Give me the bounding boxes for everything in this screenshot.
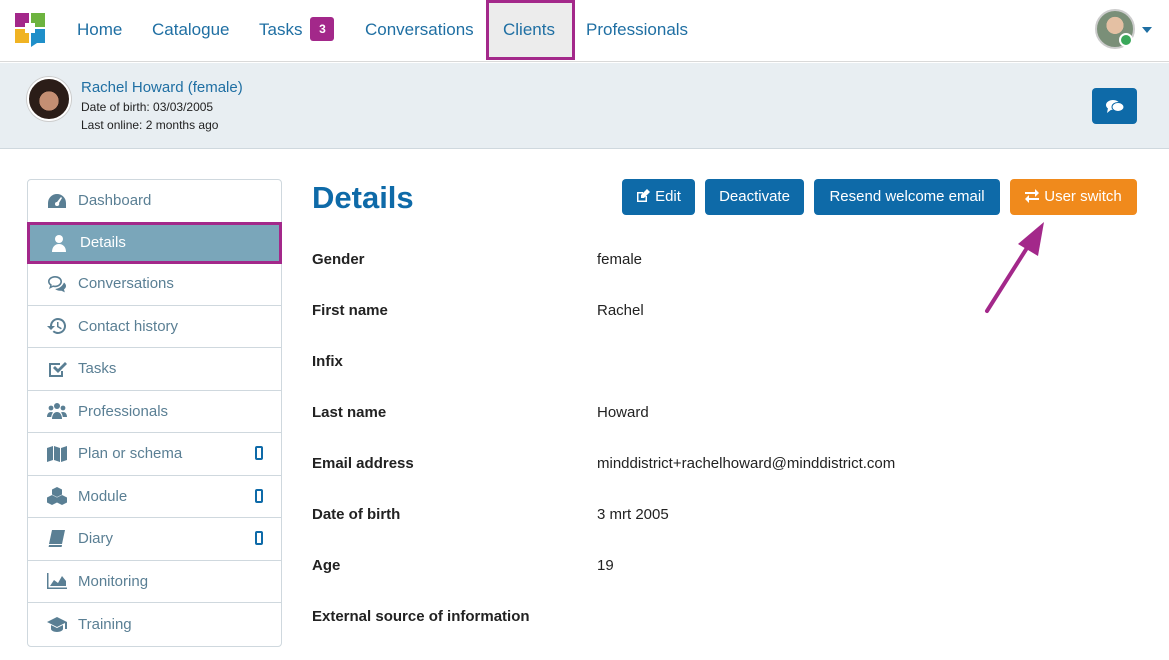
user-switch-button-label: User switch <box>1044 188 1122 205</box>
field-value-email: minddistrict+rachelhoward@minddistrict.c… <box>597 455 896 472</box>
sidebar-item-plan-or-schema[interactable]: Plan or schema <box>28 433 281 476</box>
sidebar-item-contact-history[interactable]: Contact history <box>28 306 281 348</box>
comments-icon <box>1105 99 1124 113</box>
sidebar-item-label: Diary <box>78 530 114 548</box>
client-sidebar: Dashboard Details Conversations Contact … <box>27 179 282 647</box>
field-label-first-name: First name <box>312 302 388 319</box>
field-value-date-of-birth: 3 mrt 2005 <box>597 506 669 523</box>
client-name-link[interactable]: Rachel Howard (female) <box>81 79 243 96</box>
nav-professionals[interactable]: Professionals <box>586 0 688 60</box>
chevron-down-icon[interactable] <box>1142 27 1152 33</box>
conversations-icon <box>46 275 68 293</box>
online-status-icon <box>1119 33 1133 47</box>
dashboard-icon <box>46 192 68 210</box>
page-title: Details <box>312 180 414 215</box>
field-label-date-of-birth: Date of birth <box>312 506 401 523</box>
field-label-last-name: Last name <box>312 404 387 421</box>
check-icon <box>46 360 68 378</box>
chat-button[interactable] <box>1092 88 1137 124</box>
sidebar-item-label: Module <box>78 487 128 505</box>
field-value-last-name: Howard <box>597 404 649 421</box>
sidebar-item-module[interactable]: Module <box>28 476 281 518</box>
mobile-phone-icon <box>255 531 263 545</box>
field-label-age: Age <box>312 557 341 574</box>
nav-home[interactable]: Home <box>77 0 122 60</box>
book-icon <box>46 529 68 548</box>
nav-catalogue[interactable]: Catalogue <box>152 0 230 60</box>
sidebar-item-professionals[interactable]: Professionals <box>28 391 281 433</box>
field-value-first-name: Rachel <box>597 302 644 319</box>
field-label-email: Email address <box>312 455 414 472</box>
sidebar-item-diary[interactable]: Diary <box>28 518 281 561</box>
nav-clients[interactable]: Clients <box>486 0 575 60</box>
field-value-gender: female <box>597 251 643 268</box>
users-icon <box>46 402 68 420</box>
field-label-gender: Gender <box>312 251 365 268</box>
field-label-infix: Infix <box>312 353 343 370</box>
nav-tasks-label: Tasks <box>259 20 303 39</box>
client-last-online: Last online: 2 months ago <box>81 118 219 132</box>
client-avatar <box>27 77 71 121</box>
edit-icon <box>637 189 651 202</box>
sidebar-item-label: Training <box>78 615 132 633</box>
sidebar-item-details[interactable]: Details <box>27 221 282 264</box>
top-navigation: Home Catalogue Tasks 3 Conversations Clie… <box>0 0 1169 62</box>
edit-button-label: Edit <box>655 188 681 205</box>
user-switch-button[interactable]: User switch <box>1010 179 1137 215</box>
sidebar-item-monitoring[interactable]: Monitoring <box>28 561 281 603</box>
tasks-count-badge: 3 <box>310 17 335 41</box>
minddistrict-logo-icon[interactable] <box>15 13 45 47</box>
sidebar-item-label: Contact history <box>78 317 179 335</box>
cubes-icon <box>46 487 68 506</box>
sidebar-item-label: Monitoring <box>78 572 149 590</box>
exchange-icon <box>1025 189 1040 203</box>
history-icon <box>46 317 68 335</box>
edit-button[interactable]: Edit <box>622 179 695 215</box>
nav-tasks[interactable]: Tasks 3 <box>259 0 335 60</box>
mobile-phone-icon <box>255 446 263 460</box>
sidebar-item-conversations[interactable]: Conversations <box>28 263 281 306</box>
resend-welcome-email-button[interactable]: Resend welcome email <box>814 179 1000 215</box>
sidebar-item-label: Dashboard <box>78 192 152 210</box>
user-icon <box>48 234 70 252</box>
sidebar-item-label: Tasks <box>78 360 117 378</box>
sidebar-item-dashboard[interactable]: Dashboard <box>28 180 281 223</box>
nav-conversations[interactable]: Conversations <box>365 0 474 60</box>
sidebar-item-label: Plan or schema <box>78 445 183 463</box>
sidebar-item-label: Details <box>80 234 126 252</box>
client-dob: Date of birth: 03/03/2005 <box>81 100 214 114</box>
field-label-external-source: External source of information <box>312 608 530 625</box>
sidebar-item-training[interactable]: Training <box>28 603 281 646</box>
sidebar-item-label: Professionals <box>78 402 169 420</box>
map-icon <box>46 445 68 463</box>
mobile-phone-icon <box>255 488 263 503</box>
sidebar-item-label: Conversations <box>78 275 174 293</box>
area-chart-icon <box>46 572 68 590</box>
graduation-cap-icon <box>46 615 68 633</box>
deactivate-button[interactable]: Deactivate <box>705 179 804 215</box>
field-value-age: 19 <box>597 557 614 574</box>
client-header: Rachel Howard (female) Date of birth: 03… <box>0 63 1169 149</box>
sidebar-item-tasks[interactable]: Tasks <box>28 348 281 391</box>
